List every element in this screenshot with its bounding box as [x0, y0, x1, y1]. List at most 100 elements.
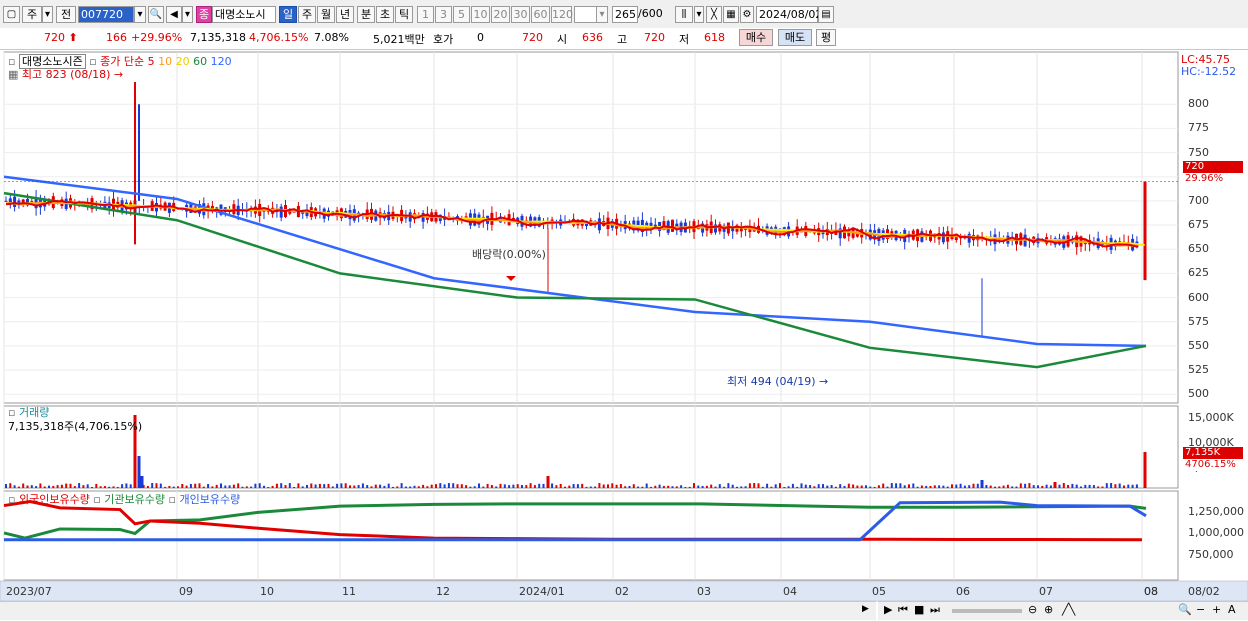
nav-rewind-icon[interactable]: ⏮: [898, 603, 908, 617]
volume-bar: [839, 484, 842, 488]
interval-120-button[interactable]: 120: [551, 6, 573, 23]
volume-bar: [843, 485, 846, 488]
grid-icon[interactable]: ▦: [723, 6, 739, 23]
price-change: 166: [106, 31, 127, 44]
window-icon[interactable]: ▢: [3, 6, 20, 23]
period-tick-button[interactable]: 틱: [395, 6, 413, 23]
magnifier-icon[interactable]: 🔍: [1178, 603, 1192, 616]
period-minute-button[interactable]: 분: [357, 6, 375, 23]
volume-bar: [1105, 483, 1108, 488]
volume-bar: [817, 484, 820, 488]
interval-5-button[interactable]: 5: [453, 6, 470, 23]
code-dropdown-icon[interactable]: ▾: [134, 6, 146, 23]
draw-tool-icon[interactable]: ╳: [706, 6, 722, 23]
font-size-icon[interactable]: A: [1228, 603, 1236, 616]
minus-icon[interactable]: −: [1196, 603, 1205, 616]
horizontal-scrollbar[interactable]: ▶: [0, 601, 876, 620]
volume-bar: [542, 483, 545, 488]
speaker-icon[interactable]: ◀: [166, 6, 182, 23]
eval-button[interactable]: 평: [816, 29, 836, 46]
interval-10-button[interactable]: 10: [471, 6, 490, 23]
volume-bar: [456, 484, 459, 488]
sell-button[interactable]: 매도: [778, 29, 812, 46]
gear-icon[interactable]: ⚙: [740, 6, 754, 23]
volume-bar: [452, 483, 455, 488]
candle-body: [671, 219, 674, 232]
x-axis-label: 02: [615, 585, 629, 598]
volume-bar: [1011, 486, 1014, 488]
period-month-button[interactable]: 월: [317, 6, 335, 23]
volume-bar: [198, 483, 201, 488]
volume-bar: [73, 486, 76, 488]
period-year-button[interactable]: 년: [336, 6, 354, 23]
price-y-tick: 750: [1188, 145, 1209, 159]
volume-current-pct: 4706.15%: [1183, 459, 1238, 471]
volume-bar: [920, 485, 923, 488]
volume-bar: [232, 484, 235, 488]
nav-stop-icon[interactable]: ■: [914, 603, 924, 616]
interval-3-button[interactable]: 3: [435, 6, 452, 23]
volume-bar: [65, 483, 68, 488]
volume-bar: [9, 483, 12, 488]
volume-bar: [280, 483, 283, 488]
ma-20-label: 20: [175, 55, 190, 68]
volume-bar: [465, 485, 468, 488]
holding-y-tick: 1,250,000: [1188, 505, 1244, 518]
zoom-in-icon[interactable]: ⊕: [1044, 603, 1053, 616]
buy-button[interactable]: 매수: [739, 29, 773, 46]
volume-bar: [826, 485, 829, 488]
volume-bar: [951, 484, 953, 488]
volume-bar: [30, 485, 33, 488]
calendar-icon[interactable]: ▤: [818, 6, 834, 23]
price-current-pct: 29.96%: [1183, 173, 1226, 185]
code-input[interactable]: 007720: [78, 6, 134, 23]
nav-forward-icon[interactable]: ⏭: [930, 603, 940, 617]
custom-interval-dropdown-icon[interactable]: ▾: [596, 6, 608, 23]
count-input[interactable]: 265: [612, 6, 638, 23]
nav-next-icon[interactable]: ▶: [884, 603, 892, 616]
volume-bar: [985, 485, 988, 488]
period-week-button[interactable]: 주: [298, 6, 316, 23]
stock-name-field[interactable]: 대명소노시: [212, 6, 276, 23]
chevron-down-icon[interactable]: ▾: [42, 6, 53, 23]
volume-bar: [254, 483, 257, 488]
volume-bar: [564, 486, 566, 488]
hc-label: HC:-12.52: [1181, 65, 1237, 78]
volume-bar: [1110, 483, 1113, 488]
volume-bar: [589, 486, 592, 488]
date-input[interactable]: 2024/08/02: [756, 6, 822, 23]
volume-bar: [447, 483, 450, 488]
volume-bar: [1088, 484, 1091, 488]
candle-icon[interactable]: ⫼: [675, 6, 693, 23]
prev-button[interactable]: 전: [56, 6, 76, 23]
volume-bar: [1019, 483, 1022, 488]
interval-1-button[interactable]: 1: [417, 6, 434, 23]
zoom-out-icon[interactable]: ⊖: [1028, 603, 1037, 616]
volume-bar: [1131, 484, 1134, 488]
speaker-dropdown-icon[interactable]: ▾: [182, 6, 193, 23]
volume-bar: [611, 483, 614, 488]
period-second-button[interactable]: 초: [376, 6, 394, 23]
interval-60-button[interactable]: 60: [531, 6, 550, 23]
volume-bar: [938, 485, 941, 488]
candle-dropdown-icon[interactable]: ▾: [694, 6, 704, 23]
interval-20-button[interactable]: 20: [491, 6, 510, 23]
volume-bar: [882, 483, 885, 488]
volume-bar: [1006, 484, 1009, 488]
interval-30-button[interactable]: 30: [511, 6, 530, 23]
search-icon[interactable]: 🔍: [148, 6, 164, 23]
volume-bar: [852, 484, 855, 488]
volume-bar: [1062, 483, 1065, 488]
zoom-slider[interactable]: [952, 609, 1022, 613]
draw-tools-icon[interactable]: ╱╲: [1062, 603, 1075, 616]
scroll-right-icon[interactable]: ▶: [862, 604, 869, 614]
market-select[interactable]: 주: [22, 6, 42, 23]
volume-bar: [430, 484, 433, 488]
stock-chart[interactable]: [0, 50, 1248, 621]
volume-bar: [374, 484, 377, 488]
plus-icon[interactable]: +: [1212, 603, 1221, 616]
price-current-tag: 720: [1183, 161, 1243, 173]
volume-bar: [705, 485, 708, 488]
volume-bar: [250, 486, 253, 488]
period-day-button[interactable]: 일: [279, 6, 297, 23]
